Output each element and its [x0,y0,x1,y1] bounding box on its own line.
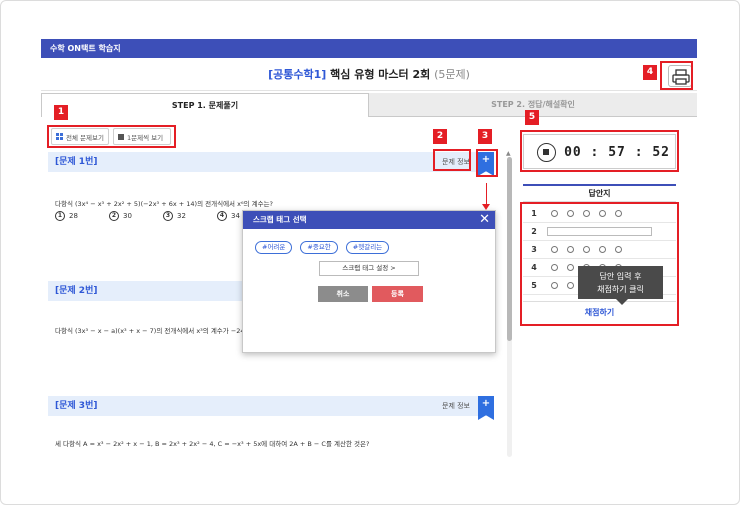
dialog-title: 스크랩 태그 선택 [253,215,307,224]
callout-box-1 [47,125,176,148]
tag-list: #어려운 #중요한 #헷갈리는 [255,241,390,254]
register-button[interactable]: 등록 [372,286,423,302]
question-1-title: [문제 1번] [55,157,98,167]
question-1-text: 다항식 (3x⁴ − x³ + 2x² + 5)(−2x³ + 6x + 14)… [55,200,273,208]
close-icon[interactable]: ✕ [479,211,490,229]
app-header: 수학 ON택트 학습지 [41,39,697,58]
question-2-text: 다항식 (3x³ − x − a)(x³ + x − 7)의 전개식에서 x³의… [55,327,245,335]
choice-number: 2 [109,211,119,221]
callout-box-5-answers [520,202,679,326]
dialog-header: 스크랩 태그 선택 ✕ [243,211,495,229]
callout-box-5-timer [520,130,679,172]
choice-2[interactable]: 2 30 [109,211,151,221]
scrap-tag-dialog: 스크랩 태그 선택 ✕ #어려운 #중요한 #헷갈리는 스크랩 태그 설정 > … [242,210,496,353]
callout-badge-4: 4 [643,65,657,80]
choice-value: 34 [231,212,240,220]
title-main: 핵심 유형 마스터 2회 [326,68,435,81]
answer-sheet-title: 답안지 [523,184,676,202]
question-3-info-button[interactable]: 문제 정보 [442,400,470,412]
callout-box-2 [433,149,471,171]
callout-badge-2: 2 [433,129,447,144]
callout-box-3 [476,149,498,177]
cancel-button[interactable]: 취소 [318,286,368,302]
choice-number: 3 [163,211,173,221]
choice-number: 1 [55,211,65,221]
question-1-choices: 1 28 2 30 3 32 4 34 [55,211,259,221]
question-2-title: [문제 2번] [55,286,98,296]
page-title: [공통수학1] 핵심 유형 마스터 2회 (5문제) [41,58,697,91]
question-3-header: [문제 3번] 문제 정보 + [48,396,494,420]
callout-badge-3: 3 [478,129,492,144]
question-1-header: [문제 1번] 문제 정보 + [48,152,494,176]
callout-badge-5: 5 [525,110,539,125]
scroll-up-arrow[interactable]: ▲ [506,150,511,157]
tag-difficult[interactable]: #어려운 [255,241,293,254]
tag-confusing[interactable]: #헷갈리는 [345,241,390,254]
choice-value: 28 [69,212,78,220]
callout-box-4 [660,61,693,90]
callout-badge-1: 1 [54,105,68,120]
tag-important[interactable]: #중요한 [300,241,338,254]
app-window: 수학 ON택트 학습지 [공통수학1] 핵심 유형 마스터 2회 (5문제) S… [41,39,697,457]
choice-value: 32 [177,212,186,220]
choice-1[interactable]: 1 28 [55,211,97,221]
choice-number: 4 [217,211,227,221]
title-count: (5문제) [434,68,470,81]
question-3-bookmark-button[interactable]: + [478,396,494,420]
tab-step1[interactable]: STEP 1. 문제풀기 [41,93,369,117]
scrollbar-thumb[interactable] [507,157,512,341]
title-prefix: [공통수학1] [268,68,327,81]
question-3-text: 세 다항식 A = x³ − 2x² + x − 1, B = 2x³ + 2x… [55,440,370,448]
question-3-title: [문제 3번] [55,401,98,411]
choice-3[interactable]: 3 32 [163,211,205,221]
callout-arrow-head [482,204,490,210]
tag-settings-button[interactable]: 스크랩 태그 설정 > [319,261,419,276]
choice-value: 30 [123,212,132,220]
